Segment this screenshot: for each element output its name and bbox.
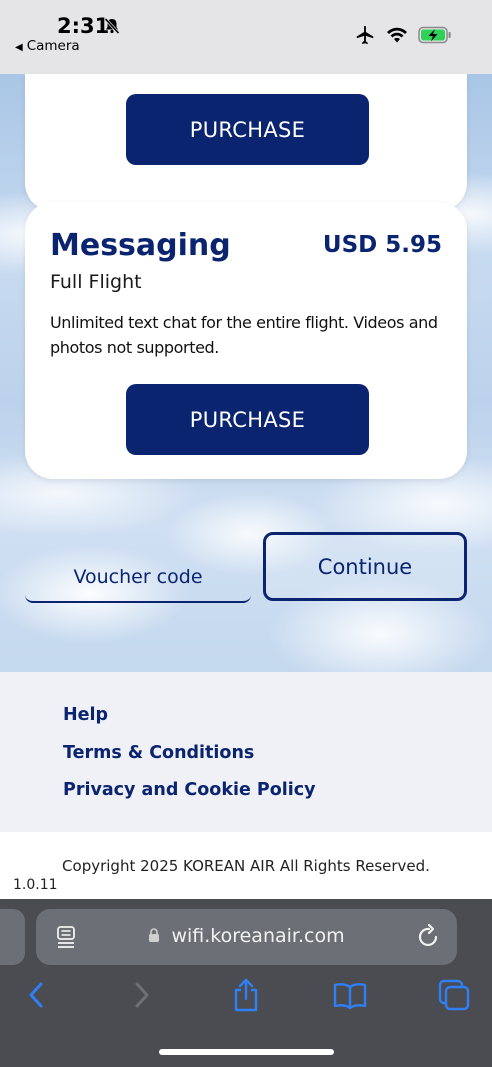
back-app-label: Camera	[26, 38, 80, 54]
purchase-button-messaging[interactable]: PURCHASE	[126, 384, 369, 455]
reload-icon[interactable]	[417, 923, 441, 954]
back-nav-button[interactable]	[18, 979, 54, 1015]
home-indicator	[159, 1049, 334, 1055]
chevron-right-icon	[132, 981, 152, 1014]
tabs-icon	[438, 979, 470, 1016]
purchase-button-previous[interactable]: PURCHASE	[126, 94, 369, 165]
status-bar: 2:31 ◀ Camera	[0, 0, 492, 74]
terms-link[interactable]: Terms & Conditions	[63, 743, 254, 763]
plan-price: USD 5.95	[322, 232, 442, 258]
help-link[interactable]: Help	[63, 705, 108, 725]
airplane-icon	[354, 24, 376, 51]
plan-name: Messaging	[50, 228, 231, 263]
status-time: 2:31	[57, 14, 110, 38]
plan-card-messaging: Messaging USD 5.95 Full Flight Unlimited…	[25, 202, 467, 479]
lock-icon	[148, 925, 171, 947]
status-icons	[354, 24, 452, 51]
footer-links: Help Terms & Conditions Privacy and Cook…	[0, 672, 492, 832]
share-icon	[232, 978, 260, 1017]
back-to-app-link[interactable]: ◀ Camera	[15, 38, 80, 54]
url-text: wifi.koreanair.com	[36, 925, 457, 947]
copyright-text: Copyright 2025 KOREAN AIR All Rights Res…	[62, 857, 430, 875]
share-button[interactable]	[228, 978, 264, 1017]
copyright-area: Copyright 2025 KOREAN AIR All Rights Res…	[0, 832, 492, 900]
plan-duration: Full Flight	[50, 271, 142, 293]
forward-nav-button[interactable]	[124, 979, 160, 1015]
version-text: 1.0.11	[13, 877, 58, 893]
wifi-icon	[386, 26, 408, 49]
voucher-placeholder: Voucher code	[73, 566, 203, 588]
chevron-left-icon	[26, 981, 46, 1014]
bookmarks-button[interactable]	[332, 979, 368, 1015]
back-triangle-icon: ◀	[15, 42, 23, 53]
voucher-code-input[interactable]: Voucher code	[25, 553, 251, 603]
address-bar[interactable]: wifi.koreanair.com	[36, 909, 457, 965]
browser-toolbar: wifi.koreanair.com	[0, 899, 492, 1067]
battery-charging-icon	[418, 26, 452, 49]
plan-card-previous: PURCHASE	[25, 74, 467, 211]
continue-button[interactable]: Continue	[263, 532, 467, 601]
bell-muted-icon	[103, 17, 121, 40]
plan-description: Unlimited text chat for the entire fligh…	[50, 313, 438, 357]
tabs-button[interactable]	[436, 979, 472, 1015]
privacy-policy-link[interactable]: Privacy and Cookie Policy	[63, 780, 316, 800]
previous-tab-preview[interactable]	[0, 909, 25, 965]
url-label: wifi.koreanair.com	[171, 925, 345, 947]
book-icon	[333, 981, 367, 1014]
